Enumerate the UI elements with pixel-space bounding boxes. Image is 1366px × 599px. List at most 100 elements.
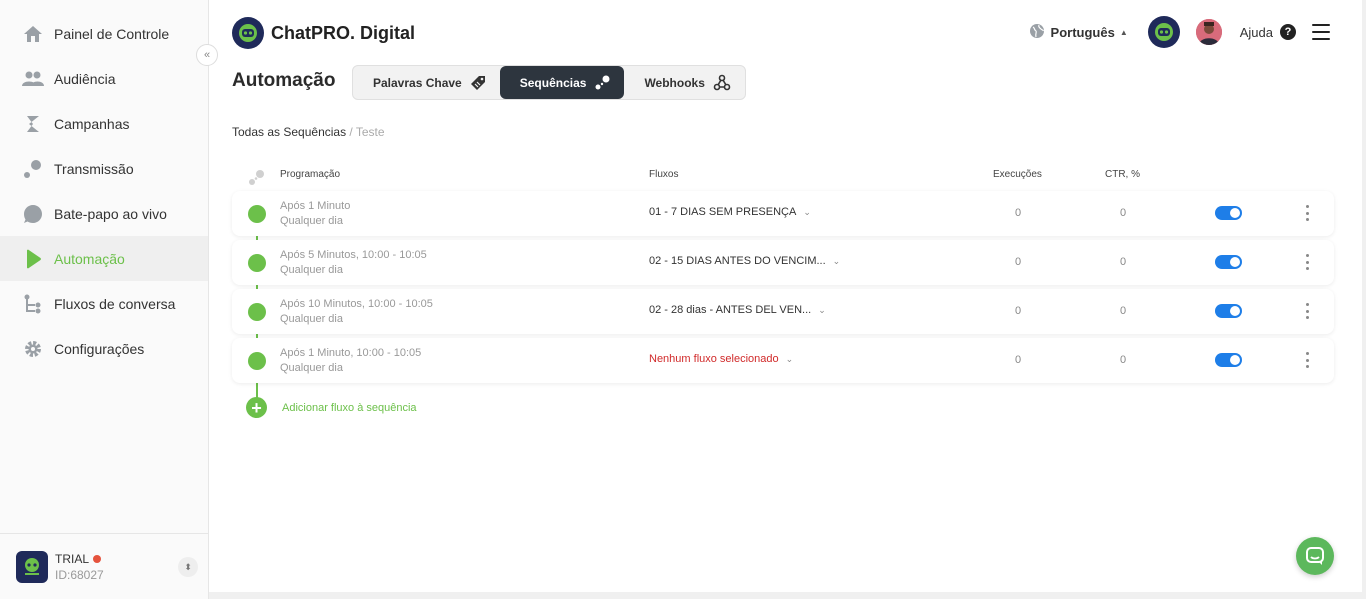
flow-name: 01 - 7 DIAS SEM PRESENÇA (649, 206, 797, 218)
schedule-cell[interactable]: Após 1 Minuto Qualquer dia (280, 199, 350, 229)
ctr-value: 0 (1120, 305, 1127, 317)
tab-label: Palavras Chave (373, 75, 462, 90)
chevron-down-icon: ⌄ (803, 206, 811, 217)
sidebar-item-configuracoes[interactable]: Configurações (0, 326, 208, 371)
sidebar-item-transmissao[interactable]: Transmissão (0, 146, 208, 191)
switch-account-icon[interactable]: ⬍ (178, 557, 198, 577)
sidebar: Painel de Controle Audiência Campanhas T… (0, 0, 209, 599)
executions-value: 0 (1015, 305, 1022, 317)
executions-value: 0 (1015, 207, 1022, 219)
collapse-sidebar-button[interactable]: « (196, 44, 218, 66)
executions-value: 0 (1015, 256, 1022, 268)
schedule-cell[interactable]: Após 10 Minutos, 10:00 - 10:05 Qualquer … (280, 297, 433, 327)
step-dot (248, 254, 266, 272)
schedule-days: Qualquer dia (280, 362, 343, 374)
table-row: Após 5 Minutos, 10:00 - 10:05 Qualquer d… (232, 240, 1334, 285)
tab-sequencias[interactable]: Sequências (499, 66, 625, 99)
play-icon (22, 248, 44, 270)
breadcrumb-separator: / (346, 125, 356, 139)
sidebar-item-audiencia[interactable]: Audiência (0, 56, 208, 101)
more-options-icon[interactable] (1304, 254, 1310, 270)
hamburger-menu-icon[interactable] (1312, 24, 1330, 40)
step-dot (248, 303, 266, 321)
schedule-cell[interactable]: Após 1 Minuto, 10:00 - 10:05 Qualquer di… (280, 346, 421, 376)
schedule-days: Qualquer dia (280, 264, 343, 276)
sidebar-item-label: Audiência (54, 70, 116, 87)
flow-select[interactable]: 02 - 28 dias - ANTES DEL VEN... ⌄ (649, 304, 826, 316)
account-id: ID:68027 (55, 567, 104, 582)
flow-select[interactable]: Nenhum fluxo selecionado ⌄ (649, 353, 793, 365)
account-plan-label: TRIAL (55, 551, 90, 566)
add-flow-button[interactable]: + Adicionar fluxo à sequência (246, 397, 417, 418)
tag-icon (470, 75, 486, 91)
globe-icon (1029, 23, 1045, 42)
users-icon (22, 68, 44, 90)
sequence-icon (594, 75, 610, 91)
enabled-toggle[interactable] (1215, 304, 1242, 318)
header-schedule: Programação (280, 169, 341, 180)
more-options-icon[interactable] (1304, 303, 1310, 319)
enabled-toggle[interactable] (1215, 353, 1242, 367)
sidebar-item-label: Painel de Controle (54, 25, 170, 42)
sidebar-item-painel[interactable]: Painel de Controle (0, 11, 208, 56)
question-icon: ? (1280, 24, 1296, 40)
step-dot (248, 352, 266, 370)
schedule-delay: Após 1 Minuto, 10:00 - 10:05 (280, 347, 422, 359)
scrollbar[interactable] (1362, 0, 1366, 599)
sidebar-item-label: Bate-papo ao vivo (54, 205, 167, 222)
chevron-down-icon: ⌄ (785, 353, 794, 364)
user-avatar[interactable] (1195, 19, 1222, 45)
account-logo (16, 550, 48, 583)
ctr-value: 0 (1120, 354, 1127, 366)
broadcast-icon (22, 158, 44, 180)
chevron-down-icon: ⌄ (818, 304, 826, 315)
account-switcher[interactable]: TRIAL ID:68027 ⬍ (0, 533, 208, 599)
breadcrumb-root[interactable]: Todas as Sequências (232, 125, 346, 139)
sidebar-item-bate-papo[interactable]: Bate-papo ao vivo (0, 191, 208, 236)
schedule-delay: Após 1 Minuto (280, 200, 351, 212)
schedule-days: Qualquer dia (280, 215, 343, 227)
horizontal-scrollbar[interactable] (209, 592, 1366, 599)
status-dot (93, 554, 102, 563)
brand: ChatPRO. Digital (232, 17, 415, 49)
sidebar-item-campanhas[interactable]: Campanhas (0, 101, 208, 146)
language-selector[interactable]: Português ▲ (1029, 23, 1128, 42)
header-actions: Português ▲ Ajuda ? (1029, 16, 1330, 48)
flow-name: 02 - 28 dias - ANTES DEL VEN... (649, 304, 812, 316)
schedule-days: Qualquer dia (280, 313, 343, 325)
sidebar-item-label: Campanhas (54, 115, 130, 132)
webhook-icon (713, 74, 731, 92)
enabled-toggle[interactable] (1215, 206, 1242, 220)
header-ctr: CTR, % (1105, 169, 1140, 180)
table-header: Programação Fluxos Execuções CTR, % (232, 166, 1334, 185)
page-title: Automação (232, 70, 336, 91)
bot-avatar[interactable] (1147, 16, 1180, 48)
executions-value: 0 (1015, 354, 1022, 366)
sequence-icon (247, 169, 265, 190)
table-row: Após 10 Minutos, 10:00 - 10:05 Qualquer … (232, 289, 1334, 334)
flow-name: 02 - 15 DIAS ANTES DO VENCIM... (649, 255, 826, 267)
schedule-cell[interactable]: Após 5 Minutos, 10:00 - 10:05 Qualquer d… (280, 248, 427, 278)
sidebar-item-automacao[interactable]: Automação (0, 236, 208, 281)
flow-select[interactable]: 01 - 7 DIAS SEM PRESENÇA ⌄ (649, 206, 811, 218)
flow-icon (22, 293, 44, 315)
help-button[interactable]: Ajuda ? (1240, 24, 1296, 40)
support-chat-button[interactable] (1296, 537, 1334, 575)
sidebar-item-label: Fluxos de conversa (54, 295, 176, 312)
more-options-icon[interactable] (1304, 205, 1310, 221)
account-info: TRIAL ID:68027 (55, 552, 104, 582)
chevron-down-icon: ⌄ (832, 255, 841, 266)
enabled-toggle[interactable] (1215, 255, 1242, 269)
chat-bubble-icon (22, 203, 44, 225)
language-label: Português (1050, 24, 1115, 40)
tab-webhooks[interactable]: Webhooks (624, 66, 744, 99)
flow-select[interactable]: 02 - 15 DIAS ANTES DO VENCIM... ⌄ (649, 255, 840, 267)
chat-icon (1306, 547, 1324, 565)
flow-name: Nenhum fluxo selecionado (649, 353, 779, 365)
tab-palavras-chave[interactable]: Palavras Chave (353, 66, 500, 99)
sidebar-item-fluxos[interactable]: Fluxos de conversa (0, 281, 208, 326)
sidebar-item-label: Configurações (54, 340, 145, 357)
sidebar-item-label: Transmissão (54, 160, 134, 177)
tab-label: Webhooks (644, 75, 705, 90)
more-options-icon[interactable] (1304, 352, 1310, 368)
